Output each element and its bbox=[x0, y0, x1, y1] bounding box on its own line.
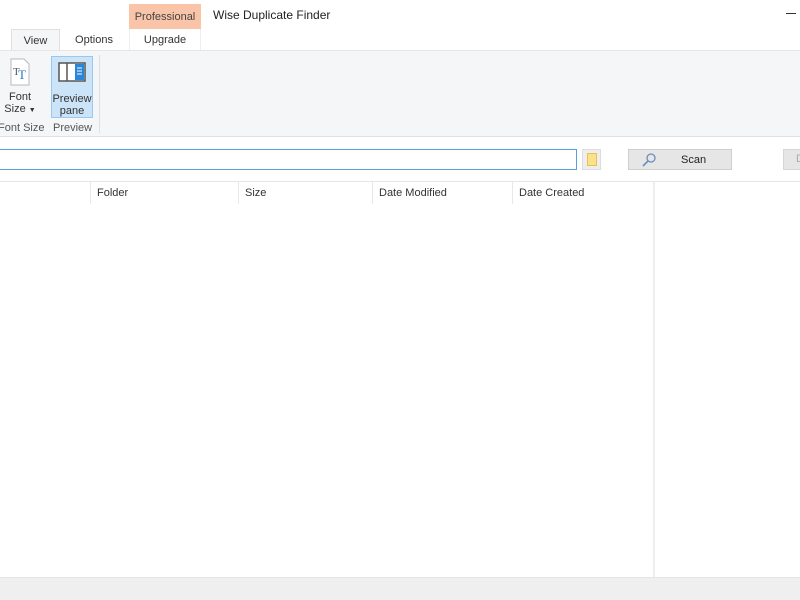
svg-text:T: T bbox=[18, 67, 26, 82]
path-input[interactable] bbox=[0, 149, 577, 170]
scan-label: Scan bbox=[681, 154, 707, 166]
preview-pane bbox=[653, 182, 800, 577]
folder-icon bbox=[587, 153, 597, 166]
search-icon bbox=[642, 152, 656, 167]
results-list[interactable]: Folder Size Date Modified Date Created bbox=[0, 182, 653, 577]
group-label-font-size: Font Size bbox=[0, 122, 45, 134]
tab-view[interactable]: View bbox=[11, 29, 60, 51]
group-label-preview: Preview bbox=[53, 122, 93, 134]
font-size-button[interactable]: T T Font Size ▼ bbox=[0, 56, 40, 118]
window-title: Wise Duplicate Finder bbox=[213, 8, 331, 22]
edition-badge: Professional bbox=[129, 4, 201, 29]
tab-upgrade[interactable]: Upgrade bbox=[129, 29, 201, 51]
toolbar: Scan D bbox=[0, 138, 800, 182]
font-size-label-1: Font bbox=[8, 91, 31, 103]
column-header-size[interactable]: Size bbox=[238, 182, 372, 204]
ribbon-tabs: View Options Upgrade bbox=[0, 29, 800, 51]
dropdown-arrow-icon: ▼ bbox=[28, 107, 36, 114]
preview-pane-icon bbox=[58, 62, 86, 82]
tab-options[interactable]: Options bbox=[63, 29, 125, 51]
font-size-icon: T T bbox=[10, 58, 30, 86]
browse-folder-button[interactable] bbox=[582, 149, 601, 170]
title-bar bbox=[0, 0, 800, 30]
scan-button[interactable]: Scan bbox=[628, 149, 732, 170]
status-bar bbox=[0, 577, 800, 600]
preview-pane-button[interactable]: Preview pane bbox=[51, 56, 93, 118]
column-header-row: Folder Size Date Modified Date Created bbox=[0, 182, 653, 204]
column-header-folder[interactable]: Folder bbox=[90, 182, 238, 204]
disabled-action-button[interactable]: D bbox=[783, 149, 800, 170]
column-header-date-created[interactable]: Date Created bbox=[512, 182, 653, 204]
group-divider bbox=[99, 55, 100, 133]
column-header-date-modified[interactable]: Date Modified bbox=[372, 182, 512, 204]
ribbon: T T Font Size ▼ Preview pane Font Size P… bbox=[0, 50, 800, 137]
preview-pane-label-1: Preview bbox=[52, 93, 92, 105]
font-size-label-2: Size ▼ bbox=[4, 103, 36, 115]
minimize-button[interactable] bbox=[780, 6, 800, 22]
preview-pane-label-2: pane bbox=[59, 105, 85, 117]
column-header-name[interactable] bbox=[0, 182, 90, 204]
